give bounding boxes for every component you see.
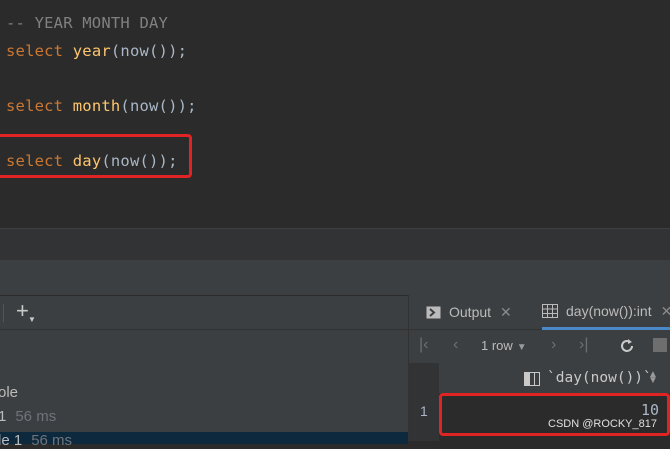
next-page-icon[interactable]: › [551,336,556,354]
services-panel: + ▼ ole 1 56 ms le 1 56 ms [0,295,408,449]
code-comment: -- YEAR MONTH DAY [6,14,169,32]
row-count-dropdown[interactable]: 1 row ▼ [481,338,527,353]
first-page-icon[interactable]: |‹ [419,336,428,354]
function-args: (now()); [110,42,188,60]
services-toolbar: + ▼ [0,296,408,330]
tab-result[interactable]: day(now()):int ✕ [542,295,670,330]
results-toolbar: |‹ ‹ 1 row ▼ › ›| [409,330,670,364]
close-icon[interactable]: ✕ [661,303,670,320]
services-header-bar [0,260,670,295]
function-name: year [72,42,111,60]
tree-item-label: ole [0,384,19,401]
output-icon [426,306,441,318]
tree-item-duration: 56 ms [15,408,57,425]
keyword: select [6,97,64,115]
row-gutter: 1 [409,363,439,441]
row-number: 1 [420,403,428,419]
function-name: month [72,97,121,115]
tree-item[interactable]: 1 56 ms [0,408,56,425]
add-icon[interactable]: + ▼ [16,300,36,325]
column-icon [524,372,540,386]
chevron-down-icon: ▼ [516,342,527,353]
previous-page-icon[interactable]: ‹ [453,336,458,354]
watermark: CSDN @ROCKY_817 [548,418,657,430]
column-header[interactable]: `day(now())` ▲ ▼ [439,363,670,394]
table-icon [542,304,558,318]
last-page-icon[interactable]: ›| [579,336,588,354]
close-icon[interactable]: ✕ [500,304,512,321]
code-line-month[interactable]: select month(now()); [6,97,197,115]
tab-output[interactable]: Output ✕ [426,295,512,329]
stop-icon[interactable] [653,338,667,352]
editor-bottom-band [0,228,670,260]
function-args: (now()); [120,97,197,115]
tab-label: Output [449,304,492,320]
sql-editor[interactable]: -- YEAR MONTH DAY select year(now()); se… [0,0,670,228]
tree-item-selected[interactable]: le 1 56 ms [0,432,408,449]
refresh-icon[interactable] [619,338,635,354]
tab-label: day(now()):int [566,303,652,319]
row-count-label: 1 row [481,338,513,353]
keyword: select [6,42,64,60]
toolbar-divider [3,304,4,322]
annotation-highlight-box [0,134,192,178]
results-panel: Output ✕ day(now()):int ✕ |‹ ‹ 1 row ▼ › … [408,295,670,441]
tree-item[interactable]: ole [0,384,18,401]
sort-icon[interactable]: ▲ ▼ [648,370,658,386]
column-name: `day(now())` [547,370,652,386]
code-line-year[interactable]: select year(now()); [6,42,187,60]
results-tabs: Output ✕ day(now()):int ✕ [409,295,670,330]
tree-item-label: 1 [0,408,7,425]
